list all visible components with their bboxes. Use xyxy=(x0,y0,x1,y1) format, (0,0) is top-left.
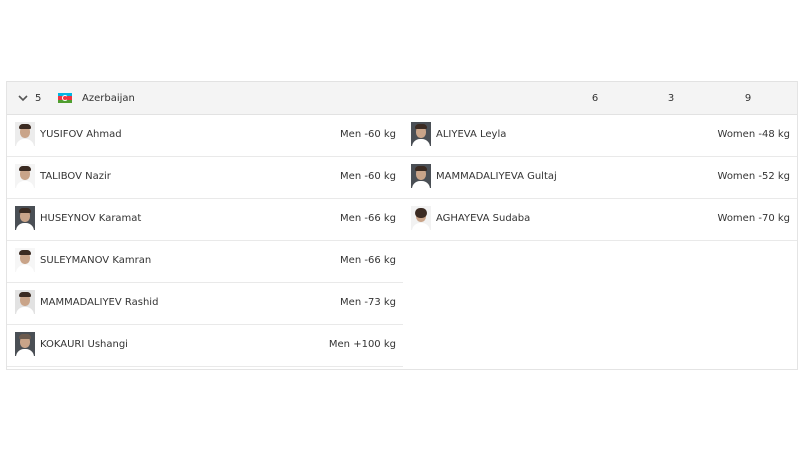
athlete-row[interactable]: MAMMADALIYEVA Gultaj Women -52 kg xyxy=(403,157,797,199)
athlete-row[interactable]: SULEYMANOV Kamran Men -66 kg xyxy=(7,241,403,283)
athlete-name: MAMMADALIYEVA Gultaj xyxy=(436,171,557,182)
athlete-avatar xyxy=(15,332,35,356)
athlete-row[interactable]: ALIYEVA Leyla Women -48 kg xyxy=(403,115,797,157)
athlete-category: Men -60 kg xyxy=(340,171,396,182)
athlete-name: YUSIFOV Ahmad xyxy=(40,129,122,140)
country-rank: 5 xyxy=(35,93,42,104)
athlete-category: Women -52 kg xyxy=(717,171,790,182)
athlete-name: SULEYMANOV Kamran xyxy=(40,255,152,266)
bronze-count: 9 xyxy=(744,93,752,104)
athlete-name: MAMMADALIYEV Rashid xyxy=(40,297,159,308)
athlete-row[interactable]: KOKAURI Ushangi Men +100 kg xyxy=(7,325,403,367)
athlete-avatar xyxy=(15,290,35,314)
athlete-avatar xyxy=(411,164,431,188)
athlete-row[interactable]: HUSEYNOV Karamat Men -66 kg xyxy=(7,199,403,241)
country-medals-panel: 5 Azerbaijan 6 3 9 YUSIFOV Ahmad Men -60… xyxy=(6,81,798,370)
women-athletes-list: ALIYEVA Leyla Women -48 kg MAMMADALIYEVA… xyxy=(403,115,797,241)
athlete-category: Men -60 kg xyxy=(340,129,396,140)
country-row[interactable]: 5 Azerbaijan 6 3 9 xyxy=(7,81,797,115)
athlete-row[interactable]: YUSIFOV Ahmad Men -60 kg xyxy=(7,115,403,157)
chevron-down-icon[interactable] xyxy=(17,92,29,104)
athlete-row[interactable]: AGHAYEVA Sudaba Women -70 kg xyxy=(403,199,797,241)
athlete-avatar xyxy=(15,122,35,146)
athlete-name: ALIYEVA Leyla xyxy=(436,129,507,140)
silver-count: 3 xyxy=(667,93,675,104)
athlete-category: Men -73 kg xyxy=(340,297,396,308)
men-athletes-list: YUSIFOV Ahmad Men -60 kg TALIBOV Nazir M… xyxy=(7,115,403,367)
azerbaijan-flag-icon xyxy=(58,93,72,103)
athlete-avatar xyxy=(15,248,35,272)
athlete-avatar xyxy=(411,122,431,146)
athlete-category: Men -66 kg xyxy=(340,255,396,266)
athlete-row[interactable]: TALIBOV Nazir Men -60 kg xyxy=(7,157,403,199)
athlete-category: Men -66 kg xyxy=(340,213,396,224)
athlete-name: AGHAYEVA Sudaba xyxy=(436,213,531,224)
athlete-category: Women -70 kg xyxy=(717,213,790,224)
athlete-avatar xyxy=(411,206,431,230)
athlete-category: Men +100 kg xyxy=(328,339,396,350)
athlete-avatar xyxy=(15,164,35,188)
athlete-name: TALIBOV Nazir xyxy=(40,171,111,182)
athlete-row[interactable]: MAMMADALIYEV Rashid Men -73 kg xyxy=(7,283,403,325)
athlete-category: Women -48 kg xyxy=(717,129,790,140)
gold-count: 6 xyxy=(591,93,599,104)
athlete-name: HUSEYNOV Karamat xyxy=(40,213,142,224)
athlete-avatar xyxy=(15,206,35,230)
country-name: Azerbaijan xyxy=(82,93,135,104)
athlete-name: KOKAURI Ushangi xyxy=(40,339,128,350)
